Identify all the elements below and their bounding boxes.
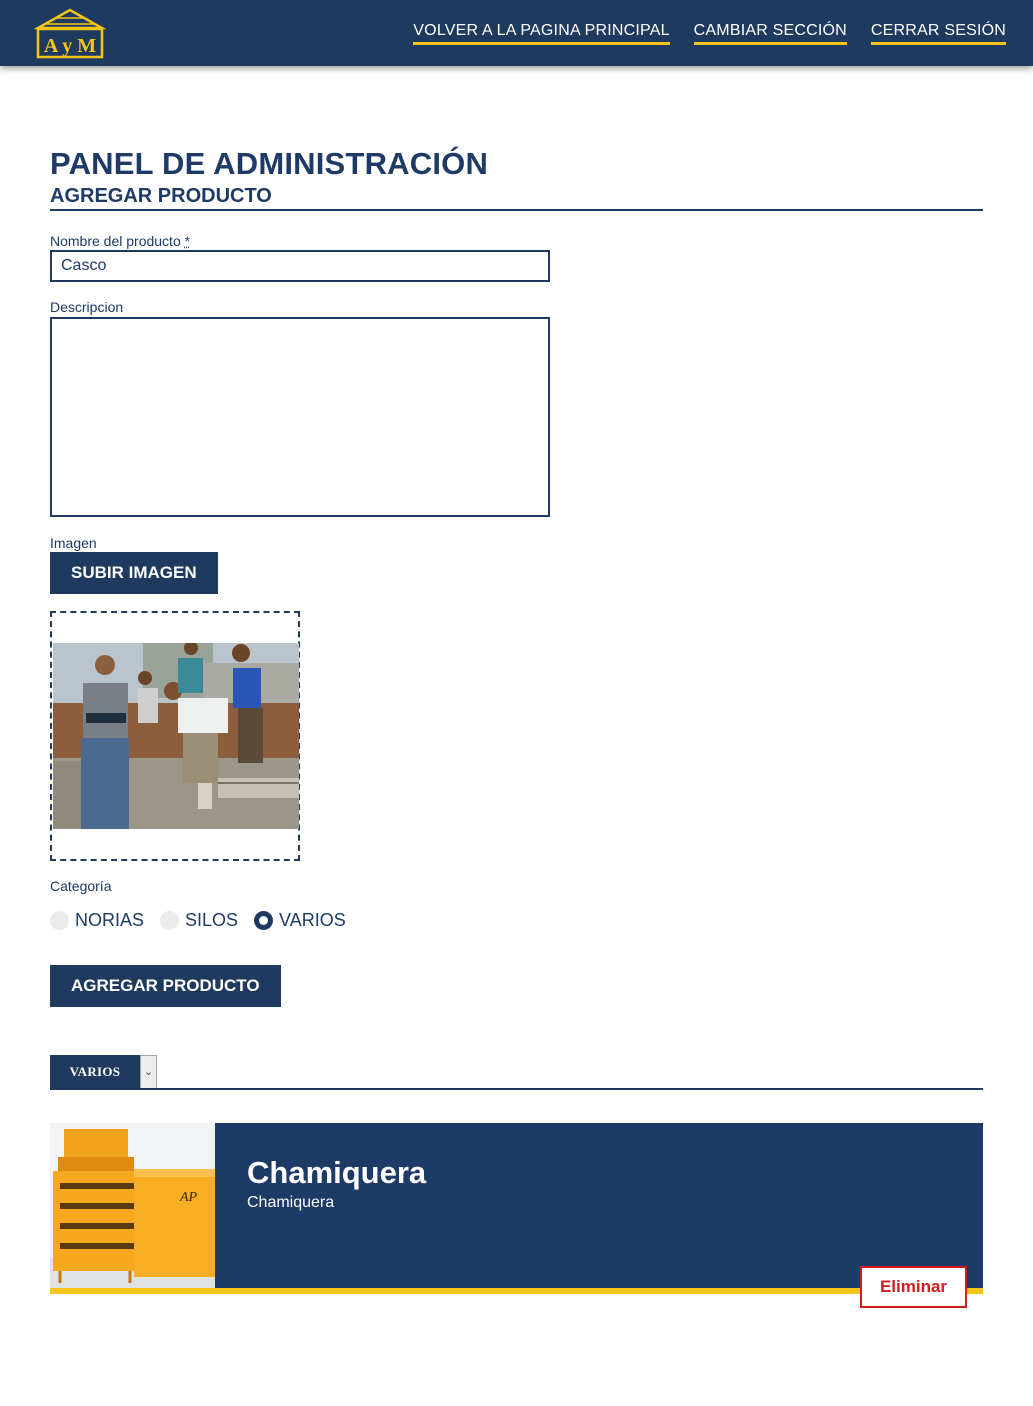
radio-varios-label: VARIOS [279, 910, 346, 930]
svg-text:AP: AP [179, 1190, 198, 1205]
nav-home-link[interactable]: VOLVER A LA PAGINA PRINCIPAL [413, 22, 670, 45]
product-name-label: Nombre del producto * [50, 233, 190, 249]
upload-image-button[interactable]: SUBIR IMAGEN [50, 552, 218, 594]
svg-text:A y M: A y M [44, 35, 96, 57]
product-description: Chamiquera [247, 1194, 335, 1211]
company-logo[interactable]: A y M [34, 8, 106, 60]
title-divider [50, 209, 983, 211]
product-title: Chamiquera [247, 1155, 427, 1190]
radio-norias-label: NORIAS [75, 910, 145, 930]
category-option-varios[interactable]: VARIOS [254, 910, 346, 931]
category-filter-value[interactable]: VARIOS [50, 1055, 140, 1089]
product-name-label-text: Nombre del producto [50, 233, 181, 249]
category-filter-select[interactable]: VARIOS ⌄ [50, 1055, 157, 1089]
image-label: Imagen [50, 535, 97, 551]
chevron-down-icon[interactable]: ⌄ [140, 1055, 157, 1089]
add-product-button[interactable]: AGREGAR PRODUCTO [50, 965, 281, 1007]
product-card-body: Chamiquera Chamiquera [215, 1123, 983, 1288]
image-dropzone[interactable] [50, 611, 300, 861]
product-thumbnail: AP [50, 1123, 215, 1288]
category-option-norias[interactable]: NORIAS [50, 910, 144, 931]
filter-divider [50, 1088, 983, 1090]
category-option-silos[interactable]: SILOS [160, 910, 238, 931]
radio-silos[interactable] [160, 911, 180, 930]
radio-varios[interactable] [254, 911, 274, 930]
nav-change-section-link[interactable]: CAMBIAR SECCIÓN [693, 22, 847, 45]
image-preview [53, 643, 299, 829]
product-card: AP Chamiquera Chamiquera Eliminar [50, 1123, 983, 1308]
product-card-accent [50, 1288, 983, 1294]
radio-silos-label: SILOS [185, 910, 239, 930]
category-label: Categoría [50, 878, 112, 894]
radio-norias[interactable] [50, 911, 69, 930]
delete-product-button[interactable]: Eliminar [860, 1266, 967, 1308]
page-title: PANEL DE ADMINISTRACIÓN [50, 146, 489, 181]
description-textarea[interactable] [50, 317, 550, 517]
top-navbar: A y M VOLVER A LA PAGINA PRINCIPAL CAMBI… [0, 0, 1033, 66]
main-nav: VOLVER A LA PAGINA PRINCIPAL CAMBIAR SEC… [413, 22, 1006, 45]
nav-logout-link[interactable]: CERRAR SESIÓN [870, 22, 1006, 45]
section-title: AGREGAR PRODUCTO [50, 185, 272, 207]
description-label: Descripcion [50, 299, 124, 315]
required-marker: * [184, 233, 191, 249]
category-radio-group: NORIAS SILOS VARIOS [50, 910, 352, 931]
product-name-input[interactable] [50, 250, 550, 282]
